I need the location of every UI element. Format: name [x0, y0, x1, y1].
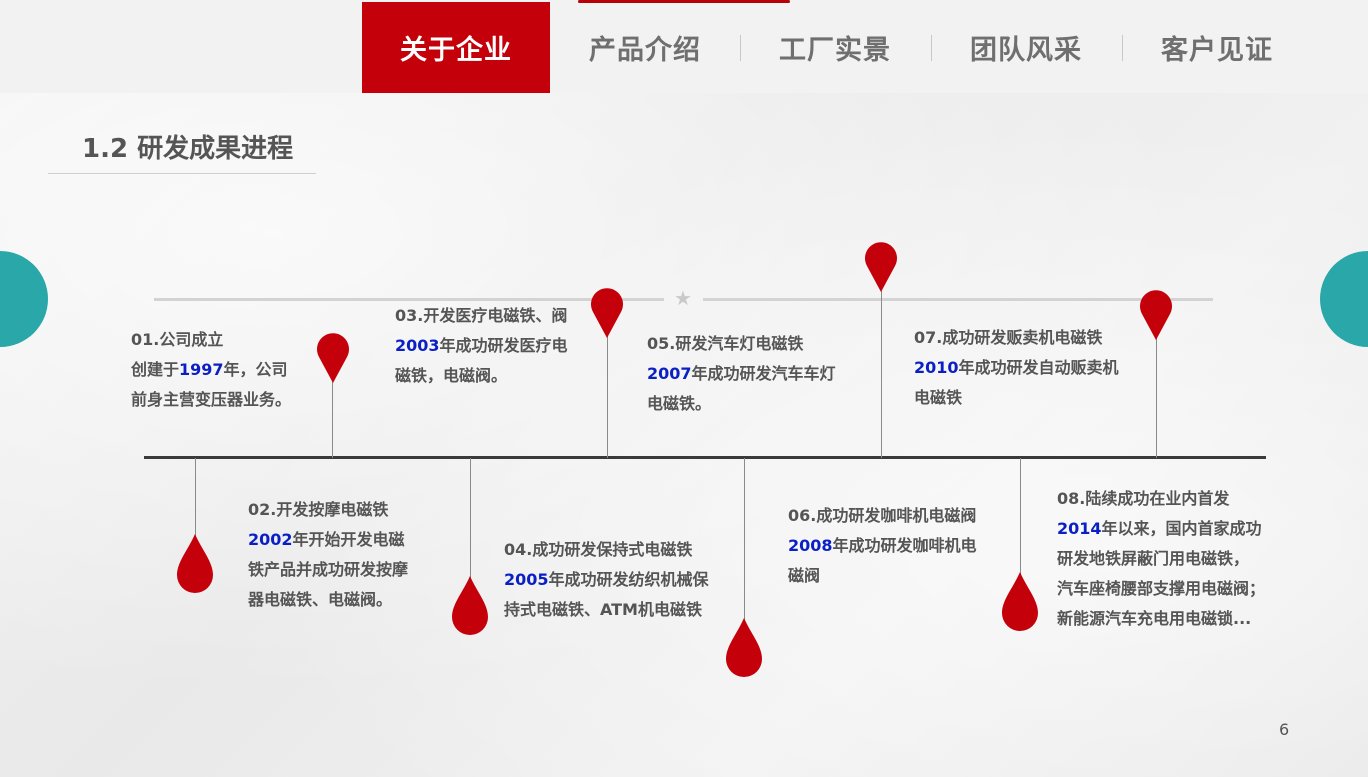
milestone-04: 04.成功研发保持式电磁铁 2005年成功研发纺织机械保 持式电磁铁、ATM机电…	[504, 535, 709, 625]
milestone-year: 2008	[788, 536, 833, 555]
timeline-stem	[744, 458, 745, 623]
map-pin-icon	[865, 242, 897, 292]
drop-icon	[452, 576, 488, 635]
milestone-heading: 04.成功研发保持式电磁铁	[504, 540, 693, 559]
upper-rule-right	[703, 298, 1213, 301]
milestone-text: 磁铁，电磁阀。	[395, 366, 508, 385]
milestone-text: 前身主营变压器业务。	[131, 390, 292, 409]
milestone-text: 年成功研发纺织机械保	[548, 570, 709, 589]
map-pin-icon	[1140, 290, 1172, 340]
timeline-stem	[332, 375, 333, 458]
milestone-02: 02.开发按摩电磁铁 2002年开始开发电磁 铁产品并成功研发按摩 器电磁铁、电…	[248, 495, 408, 615]
milestone-year: 2014	[1057, 519, 1102, 538]
milestone-text: 电磁铁	[914, 388, 963, 407]
milestone-text: 年成功研发汽车车灯	[691, 364, 836, 383]
timeline-stem	[195, 458, 196, 540]
milestone-text: 年，公司	[223, 360, 288, 379]
milestone-year: 2002	[248, 530, 293, 549]
map-pin-icon	[591, 288, 623, 338]
timeline-stem	[1156, 332, 1157, 458]
milestone-heading: 02.开发按摩电磁铁	[248, 500, 389, 519]
milestone-text: 持式电磁铁、ATM机电磁铁	[504, 600, 702, 619]
milestone-text: 磁阀	[788, 566, 821, 585]
milestone-heading: 08.陆续成功在业内首发	[1057, 489, 1230, 508]
tab-products[interactable]: 产品介绍	[551, 2, 739, 93]
milestone-year: 2007	[647, 364, 692, 383]
milestone-text: 新能源汽车充电用电磁锁...	[1057, 609, 1252, 628]
top-nav: 关于企业 产品介绍 工厂实景 团队风采 客户见证	[0, 0, 1368, 93]
milestone-03: 03.开发医疗电磁铁、阀 2003年成功研发医疗电 磁铁，电磁阀。	[395, 301, 568, 391]
tab-clients[interactable]: 客户见证	[1123, 2, 1311, 93]
milestone-heading: 07.成功研发贩卖机电磁铁	[914, 328, 1103, 347]
timeline-stem	[470, 458, 471, 578]
milestone-08: 08.陆续成功在业内首发 2014年以来，国内首家成功 研发地铁屏蔽门用电磁铁，…	[1057, 484, 1265, 634]
milestone-05: 05.研发汽车灯电磁铁 2007年成功研发汽车车灯 电磁铁。	[647, 329, 836, 419]
tab-about[interactable]: 关于企业	[362, 2, 550, 93]
milestone-text: 汽车座椅腰部支撑用电磁阀；	[1057, 579, 1266, 598]
timeline-stem	[607, 330, 608, 458]
timeline-stem	[881, 283, 882, 458]
title-underline	[48, 173, 316, 174]
map-pin-icon	[317, 333, 349, 383]
milestone-heading: 06.成功研发咖啡机电磁阀	[788, 506, 977, 525]
drop-icon	[726, 618, 762, 677]
timeline-stem	[1020, 458, 1021, 576]
milestone-text: 年成功研发咖啡机电	[832, 536, 977, 555]
star-icon: ★	[674, 286, 692, 310]
milestone-text: 年开始开发电磁	[292, 530, 405, 549]
milestone-year: 2005	[504, 570, 549, 589]
milestone-year: 1997	[179, 360, 224, 379]
milestone-text: 创建于	[131, 360, 180, 379]
page-number: 6	[1279, 720, 1290, 739]
milestone-heading: 03.开发医疗电磁铁、阀	[395, 306, 568, 325]
milestone-06: 06.成功研发咖啡机电磁阀 2008年成功研发咖啡机电 磁阀	[788, 501, 977, 591]
section-title: 1.2 研发成果进程	[82, 134, 294, 164]
milestone-year: 2003	[395, 336, 440, 355]
milestone-text: 铁产品并成功研发按摩	[248, 560, 409, 579]
tab-factory[interactable]: 工厂实景	[741, 2, 929, 93]
milestone-heading: 01.公司成立	[131, 330, 224, 349]
milestone-text: 研发地铁屏蔽门用电磁铁，	[1057, 549, 1250, 568]
milestone-07: 07.成功研发贩卖机电磁铁 2010年成功研发自动贩卖机 电磁铁	[914, 323, 1119, 413]
milestone-text: 年以来，国内首家成功	[1101, 519, 1262, 538]
milestone-text: 年成功研发自动贩卖机	[958, 358, 1119, 377]
drop-icon	[177, 534, 213, 593]
milestone-year: 2010	[914, 358, 959, 377]
tab-team[interactable]: 团队风采	[932, 2, 1120, 93]
milestone-heading: 05.研发汽车灯电磁铁	[647, 334, 804, 353]
milestone-text: 年成功研发医疗电	[439, 336, 568, 355]
milestone-text: 器电磁铁、电磁阀。	[248, 590, 393, 609]
milestone-text: 电磁铁。	[647, 394, 712, 413]
timeline-axis	[144, 456, 1266, 459]
drop-icon	[1002, 572, 1038, 631]
milestone-01: 01.公司成立 创建于1997年，公司 前身主营变压器业务。	[131, 325, 291, 415]
